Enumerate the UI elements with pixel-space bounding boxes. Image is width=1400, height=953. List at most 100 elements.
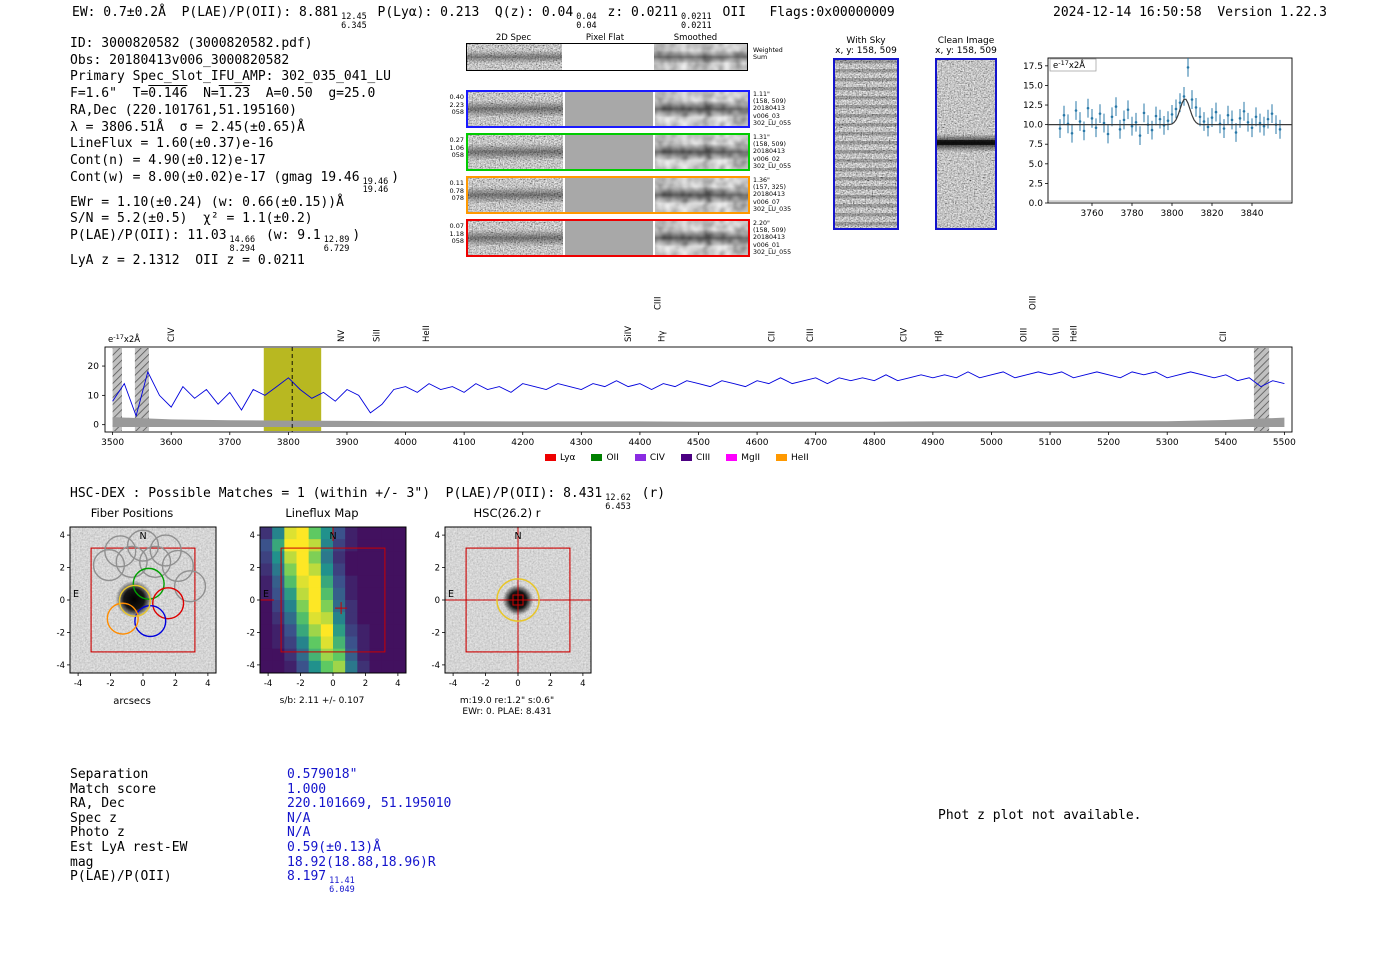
match-value: 1.000 xyxy=(287,781,327,798)
legend-swatch xyxy=(545,454,556,461)
x-tick-label: 4100 xyxy=(453,438,476,448)
data-point xyxy=(1186,66,1190,69)
spec2d-col-header: 2D Spec xyxy=(495,33,532,43)
text-run: Obs: 20180413v006_3000820582 xyxy=(70,52,290,68)
legend-label: OII xyxy=(606,452,619,463)
spec2d-row-annotations: 1.31" (158, 509) 20180413 v006_02 302_LU_055 xyxy=(753,134,791,170)
data-point xyxy=(1122,118,1126,122)
text-run: Cont(w) = 8.00(±0.02)e-17 (gmag 19.46 xyxy=(70,169,360,185)
data-point xyxy=(1058,127,1062,130)
compass-east: E xyxy=(263,589,269,600)
spec2d-row-left-labels: 0.11 0.78 078 xyxy=(440,179,464,203)
fraction: 12.45 6.345 xyxy=(341,13,367,30)
y-tick-label: 4 xyxy=(435,531,440,541)
data-point xyxy=(1138,134,1142,137)
info-line: Cont(n) = 4.90(±0.12)e-17 xyxy=(70,153,399,170)
emission-line-label: SiIV xyxy=(624,326,634,342)
clean-image-coords: x, y: 158, 509 xyxy=(935,46,997,56)
weighted-sum-line: Weighted xyxy=(753,47,783,54)
cutout-title: HSC(26.2) r xyxy=(473,506,541,520)
x-tick-label: 3800 xyxy=(1161,209,1184,219)
y-tick-label: 2 xyxy=(60,564,65,574)
cutout-caption: m:19.0 re:1.2" s:0.6" xyxy=(459,696,555,706)
text-run: ) xyxy=(352,228,361,244)
fiber-annotation: (157, 325) xyxy=(753,184,786,192)
x-tick-label: 5300 xyxy=(1156,438,1179,448)
match-value: 0.579018" xyxy=(287,767,357,783)
fiber-annotation: 302_LU_055 xyxy=(753,119,792,127)
y-tick-label: -4 xyxy=(247,661,255,671)
smooth-image xyxy=(655,178,748,212)
data-point xyxy=(1190,98,1194,101)
cutout-panel-fiber: Fiber Positions N E -4 -4 -2 -2 0 0 2 2 4 4 arcsecs xyxy=(44,506,220,707)
x-tick-label: 3600 xyxy=(160,438,183,448)
data-point xyxy=(1074,109,1078,112)
x-tick-label: 3780 xyxy=(1121,209,1144,219)
cutout-title: Fiber Positions xyxy=(90,506,174,520)
compass-east: E xyxy=(448,589,454,600)
flux-units-label: e-17x2Å xyxy=(108,333,140,345)
x-tick-label: 2 xyxy=(548,679,553,689)
y-tick-label: 20 xyxy=(88,362,100,372)
spec2d-row xyxy=(466,133,750,171)
spec2d-row-left-labels: 0.07 1.18 058 xyxy=(440,222,464,246)
spec2d-col-header: Pixel Flat xyxy=(585,33,625,43)
match-label: Photo z xyxy=(70,825,125,841)
fraction: 11.41 6.049 xyxy=(329,877,355,894)
data-point xyxy=(1226,113,1230,117)
cutout-plot-map: N E -4 -4 -2 -2 0 0 2 2 4 4 xyxy=(247,526,407,689)
fine-image xyxy=(468,135,563,169)
flat-image xyxy=(565,221,653,255)
emission-line-label: Hβ xyxy=(935,330,945,342)
data-point xyxy=(1250,126,1254,130)
data-point xyxy=(1126,108,1130,112)
flux-units-label: e-17x2Å xyxy=(1053,59,1085,71)
frac-low: 19.46 xyxy=(362,185,389,196)
match-value: 18.92(18.88,18.96)R xyxy=(287,855,436,871)
text-run: P(Lyα): 0.213 Q(z): 0.04 xyxy=(369,5,574,20)
data-point xyxy=(1094,126,1098,130)
info-line: Primary Spec_Slot_IFU_AMP: 302_035_041_L… xyxy=(70,69,399,86)
emission-line-label: Hγ xyxy=(658,331,668,342)
x-tick-label: 0 xyxy=(515,679,520,689)
x-tick-label: 5200 xyxy=(1097,438,1120,448)
fraction: 19.46 19.46 xyxy=(363,178,389,195)
y-tick-label: 0 xyxy=(250,596,255,606)
y-tick-label: 2.5 xyxy=(1029,179,1043,189)
x-tick-label: 3800 xyxy=(277,438,300,448)
y-tick-label: 0 xyxy=(60,596,65,606)
match-value: 8.197 11.41 6.049 xyxy=(287,869,358,894)
data-point xyxy=(1174,107,1178,111)
match-row: Est LyA rest-EW 0.59(±0.13)Å xyxy=(70,840,451,856)
data-point xyxy=(1134,120,1138,124)
fiber-weight-value: 078 xyxy=(451,194,464,202)
weighted-sum-label: Weighted Sum xyxy=(753,47,783,61)
spec2d-col-header: Smoothed xyxy=(673,33,718,43)
data-point xyxy=(1070,131,1074,135)
line-fit-chart: 0.0 2.5 5.0 7.5 10.0 12.5 15.0 17.5 3760 3780 3800… xyxy=(1023,57,1293,219)
text-run: EWr = 1.10(±0.24) (w: 0.66(±0.15))Å xyxy=(70,194,344,210)
x-tick-label: 5100 xyxy=(1039,438,1062,448)
match-row: Match score 1.000 xyxy=(70,781,451,798)
info-line: Obs: 20180413v006_3000820582 xyxy=(70,53,399,70)
data-point xyxy=(1230,118,1234,122)
x-tick-label: 4 xyxy=(580,679,585,689)
spec2d-row-annotations: 1.11" (158, 509) 20180413 v006_03 302_LU_055 xyxy=(753,91,791,127)
fiber-annotation: (158, 509) xyxy=(753,141,786,149)
x-tick-label: -2 xyxy=(296,679,304,689)
data-point xyxy=(1114,105,1118,108)
info-line: S/N = 5.2(±0.5) χ² = 1.1(±0.2) xyxy=(70,211,399,228)
summary-header: EW: 0.7±0.2Å P(LAE)/P(OII): 8.881 12.45 6.… xyxy=(72,5,895,30)
text-run: N/A xyxy=(287,810,311,826)
data-point xyxy=(1118,128,1122,131)
detection-info-block: ID: 3000820582 (3000820582.pdf) Obs: 2018… xyxy=(70,36,399,270)
info-line: λ = 3806.51Å σ = 2.45(±0.65)Å xyxy=(70,120,399,137)
compass-north: N xyxy=(139,531,146,542)
data-point xyxy=(1150,128,1154,132)
with-sky-coords: x, y: 158, 509 xyxy=(835,46,897,56)
x-tick-label: 4300 xyxy=(570,438,593,448)
x-tick-label: 4200 xyxy=(511,438,534,448)
text-run: ) xyxy=(391,169,400,185)
text-run: 1.000 xyxy=(287,781,327,797)
legend-swatch xyxy=(591,454,603,461)
